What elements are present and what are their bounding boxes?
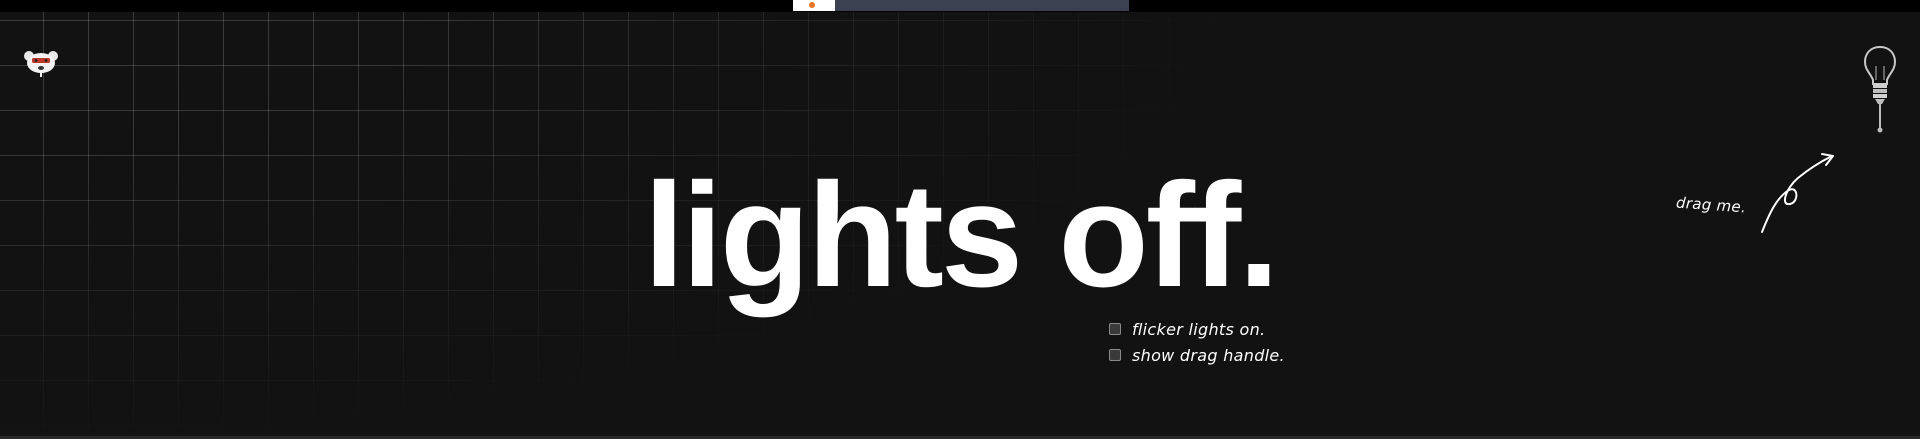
- flicker-lights-checkbox[interactable]: [1109, 323, 1121, 335]
- lightbulb-icon[interactable]: [1860, 44, 1900, 136]
- stage: lights off. flicker lights on. show drag…: [0, 12, 1920, 436]
- show-drag-handle-label: show drag handle.: [1132, 345, 1285, 365]
- flicker-lights-label: flicker lights on.: [1132, 319, 1266, 339]
- show-drag-handle-checkbox[interactable]: [1109, 349, 1121, 361]
- curly-arrow-icon: [1761, 153, 1834, 233]
- browser-tab[interactable]: [835, 0, 1129, 11]
- top-bar: [0, 0, 1920, 12]
- bear-logo-icon[interactable]: [22, 48, 60, 78]
- browser-tab-favicon[interactable]: [793, 0, 835, 11]
- favicon-icon: [809, 2, 815, 8]
- show-drag-handle-option[interactable]: show drag handle.: [1109, 345, 1285, 365]
- headline: lights off.: [643, 153, 1280, 318]
- flicker-lights-option[interactable]: flicker lights on.: [1109, 319, 1265, 339]
